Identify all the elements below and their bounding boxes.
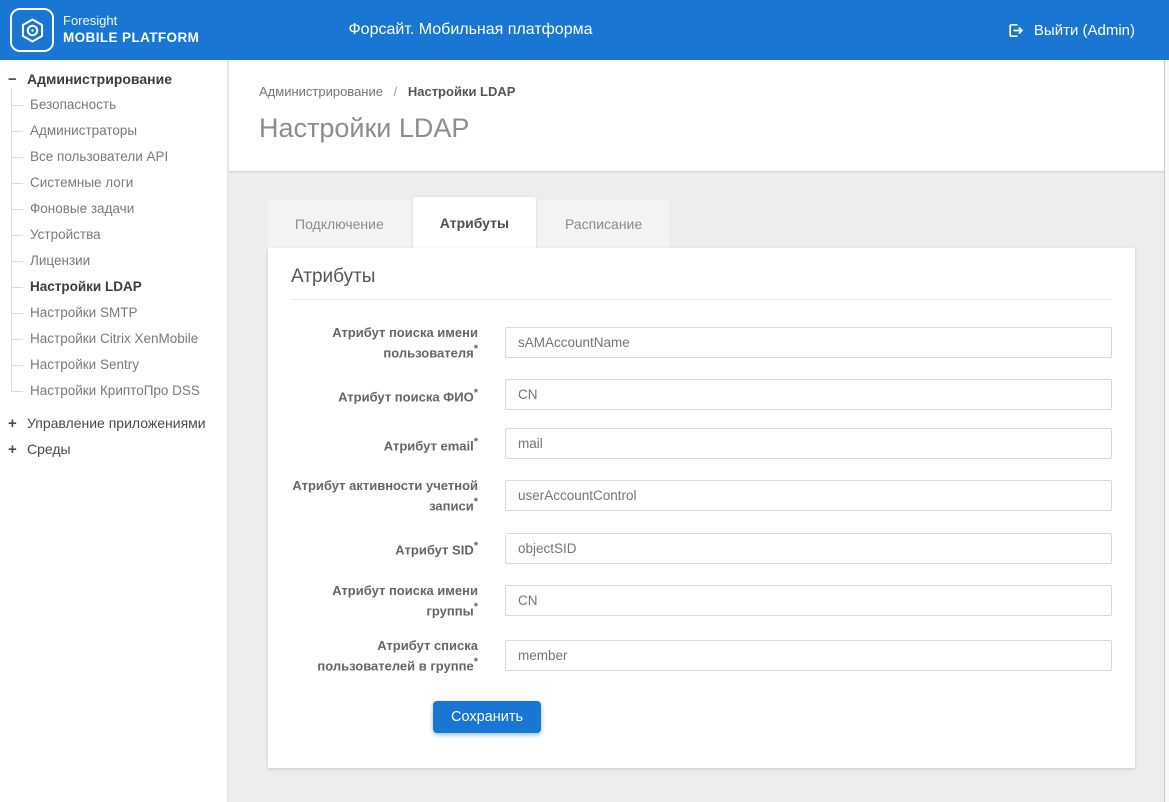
form-field-row: Атрибут поиска имени пользователя* bbox=[291, 324, 1112, 361]
input-wrap bbox=[505, 533, 1112, 564]
logout-button[interactable]: Выйти (Admin) bbox=[1007, 0, 1135, 60]
attributes-card: Атрибуты Атрибут поиска имени пользовате… bbox=[268, 248, 1135, 768]
tab-schedule[interactable]: Расписание bbox=[538, 200, 669, 248]
required-mark: * bbox=[474, 343, 478, 355]
form-field-row: Атрибут SID* bbox=[291, 533, 1112, 564]
sidebar-item-system-logs[interactable]: Системные логи bbox=[11, 170, 227, 196]
label-text: Атрибут активности учетной записи bbox=[292, 478, 478, 513]
sidebar-section-app-management[interactable]: + Управление приложениями bbox=[0, 410, 227, 436]
sidebar-item-administrators[interactable]: Администраторы bbox=[11, 118, 227, 144]
field-label-group-name-attr: Атрибут поиска имени группы* bbox=[291, 582, 478, 619]
input-sid-attr[interactable] bbox=[505, 533, 1112, 564]
tab-connection[interactable]: Подключение bbox=[268, 200, 411, 248]
sidebar-item-security[interactable]: Безопасность bbox=[11, 92, 227, 118]
input-wrap bbox=[505, 379, 1112, 410]
breadcrumb: Администрирование / Настройки LDAP bbox=[259, 84, 1164, 99]
sidebar-item-sentry-settings[interactable]: Настройки Sentry bbox=[11, 352, 227, 378]
attributes-form: Атрибут поиска имени пользователя* Атриб… bbox=[291, 324, 1112, 733]
input-wrap bbox=[505, 585, 1112, 616]
input-wrap bbox=[505, 480, 1112, 511]
sidebar-item-cryptopro-dss-settings[interactable]: Настройки КриптоПро DSS bbox=[11, 378, 227, 404]
scrollbar[interactable] bbox=[1164, 60, 1169, 802]
sidebar-item-background-tasks[interactable]: Фоновые задачи bbox=[11, 196, 227, 222]
sidebar-nav: − Администрирование Безопасность Админис… bbox=[0, 60, 228, 802]
sidebar-item-api-users[interactable]: Все пользователи API bbox=[11, 144, 227, 170]
logout-label: Выйти (Admin) bbox=[1034, 22, 1135, 39]
expand-plus-icon[interactable]: + bbox=[8, 441, 27, 458]
breadcrumb-parent-link[interactable]: Администрирование bbox=[259, 84, 383, 99]
input-email-attr[interactable] bbox=[505, 428, 1112, 459]
form-field-row: Атрибут активности учетной записи* bbox=[291, 477, 1112, 514]
label-text: Атрибут поиска имени группы bbox=[332, 583, 478, 618]
field-label-username-attr: Атрибут поиска имени пользователя* bbox=[291, 324, 478, 361]
sidebar-item-licenses[interactable]: Лицензии bbox=[11, 248, 227, 274]
tab-attributes[interactable]: Атрибуты bbox=[413, 197, 536, 248]
sidebar-item-citrix-xenmobile-settings[interactable]: Настройки Citrix XenMobile bbox=[11, 326, 227, 352]
page-header-band: Администрирование / Настройки LDAP Настр… bbox=[229, 60, 1164, 172]
field-label-fullname-attr: Атрибут поиска ФИО* bbox=[291, 385, 478, 405]
required-mark: * bbox=[474, 601, 478, 613]
input-group-name-attr[interactable] bbox=[505, 585, 1112, 616]
app-title: Форсайт. Мобильная платформа bbox=[0, 0, 941, 60]
sidebar-section-administration[interactable]: − Администрирование bbox=[0, 66, 227, 92]
input-wrap bbox=[505, 327, 1112, 358]
label-text: Атрибут поиска имени пользователя bbox=[332, 325, 478, 360]
sidebar-section-label: Среды bbox=[27, 441, 71, 457]
input-fullname-attr[interactable] bbox=[505, 379, 1112, 410]
sidebar-children-administration: Безопасность Администраторы Все пользова… bbox=[11, 92, 227, 404]
field-label-account-active-attr: Атрибут активности учетной записи* bbox=[291, 477, 478, 514]
input-wrap bbox=[505, 428, 1112, 459]
input-account-active-attr[interactable] bbox=[505, 480, 1112, 511]
ldap-settings-tabs: Подключение Атрибуты Расписание bbox=[268, 197, 671, 248]
card-heading: Атрибуты bbox=[291, 266, 1112, 300]
required-mark: * bbox=[474, 540, 478, 552]
sidebar-item-smtp-settings[interactable]: Настройки SMTP bbox=[11, 300, 227, 326]
required-mark: * bbox=[474, 387, 478, 399]
breadcrumb-current: Настройки LDAP bbox=[408, 84, 516, 99]
form-field-row: Атрибут поиска ФИО* bbox=[291, 379, 1112, 410]
label-text: Атрибут email bbox=[384, 438, 474, 453]
breadcrumb-separator: / bbox=[394, 84, 398, 99]
form-field-row: Атрибут списка пользователей в группе* bbox=[291, 637, 1112, 674]
input-wrap bbox=[505, 640, 1112, 671]
form-field-row: Атрибут поиска имени группы* bbox=[291, 582, 1112, 619]
sidebar-section-environments[interactable]: + Среды bbox=[0, 436, 227, 462]
app-root: Foresight MOBILE PLATFORM Форсайт. Мобил… bbox=[0, 0, 1169, 802]
expand-plus-icon[interactable]: + bbox=[8, 415, 27, 432]
save-button[interactable]: Сохранить bbox=[433, 701, 541, 733]
collapse-minus-icon[interactable]: − bbox=[8, 71, 27, 88]
form-field-row: Атрибут email* bbox=[291, 428, 1112, 459]
sidebar-section-label: Администрирование bbox=[27, 71, 172, 87]
page-title: Настройки LDAP bbox=[259, 113, 1164, 144]
label-text: Атрибут SID bbox=[395, 542, 473, 557]
top-header-bar: Foresight MOBILE PLATFORM Форсайт. Мобил… bbox=[0, 0, 1169, 60]
input-username-attr[interactable] bbox=[505, 327, 1112, 358]
sidebar-item-ldap-settings[interactable]: Настройки LDAP bbox=[11, 274, 227, 300]
input-group-members-attr[interactable] bbox=[505, 640, 1112, 671]
field-label-group-members-attr: Атрибут списка пользователей в группе* bbox=[291, 637, 478, 674]
required-mark: * bbox=[474, 436, 478, 448]
required-mark: * bbox=[474, 496, 478, 508]
label-text: Атрибут списка пользователей в группе bbox=[317, 638, 478, 673]
required-mark: * bbox=[474, 656, 478, 668]
field-label-sid-attr: Атрибут SID* bbox=[291, 538, 478, 558]
logout-icon bbox=[1007, 22, 1024, 39]
label-text: Атрибут поиска ФИО bbox=[338, 389, 474, 404]
field-label-email-attr: Атрибут email* bbox=[291, 434, 478, 454]
sidebar-item-devices[interactable]: Устройства bbox=[11, 222, 227, 248]
sidebar-section-label: Управление приложениями bbox=[27, 415, 206, 431]
